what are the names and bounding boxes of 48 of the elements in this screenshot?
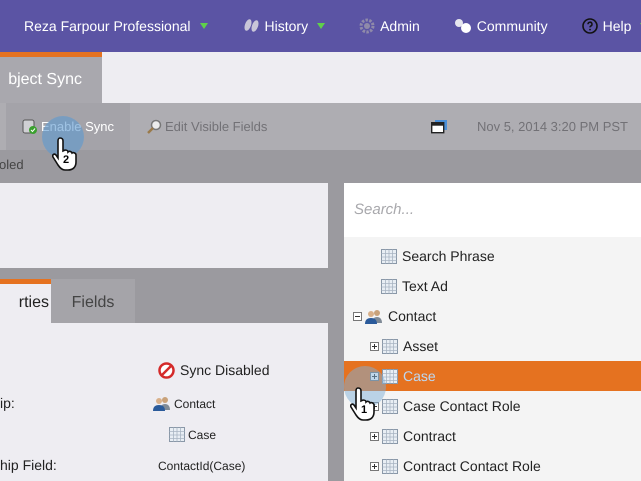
expand-icon[interactable] [370,342,379,350]
magnifier-icon [146,118,162,134]
nav-menu-item[interactable]: Community [454,16,548,36]
detail-tab[interactable]: Fields [51,278,135,323]
table-icon [382,458,398,474]
tree-item[interactable]: Text Ad [381,271,452,301]
footprints-icon [242,19,260,33]
gear-icon [359,18,376,34]
people-icon [153,396,171,411]
window-icon[interactable] [430,120,447,134]
expand-icon[interactable] [370,462,379,470]
search-input[interactable]: Search... [354,198,631,222]
nav-menu-item[interactable]: Help [582,16,641,36]
property-label: hip Field: [0,457,57,473]
people-icon [365,308,383,324]
property-value: Case [188,426,216,444]
cursor-number: 2 [63,155,70,166]
table-icon [382,338,398,354]
chat-bubbles-icon [454,18,472,34]
database-check-icon [22,118,38,134]
help-icon [582,18,598,34]
property-value: Sync Disabled [180,360,270,380]
property-label: ip: [0,395,15,411]
detail-tab[interactable]: rties [0,278,51,323]
property-value: Contact [174,396,216,412]
table-icon [381,278,397,294]
tree-item[interactable]: Contact [353,301,440,331]
expand-icon[interactable] [370,432,379,440]
table-icon [381,248,397,264]
table-icon [382,368,398,384]
property-value: ContactId(Case) [158,458,246,474]
nav-menu-item[interactable]: Admin [359,16,420,36]
nav-menu-item[interactable]: Reza Farpour Professional [24,16,208,36]
cursor-number: 1 [361,405,368,416]
collapse-icon[interactable] [353,312,362,320]
tree-item[interactable]: Search Phrase [381,241,499,271]
table-icon [169,427,185,442]
table-icon [382,398,398,414]
tree-item[interactable]: Contract Contact Role [370,451,545,481]
tree-item[interactable]: Contract [370,421,460,451]
date-time: Nov 5, 2014 3:20 PM PST [476,118,628,136]
caret-icon [200,23,208,29]
nav-menu-item[interactable]: History [242,16,326,36]
caret-icon [317,23,326,29]
search-field[interactable]: Search... [344,183,641,237]
table-icon [382,428,398,444]
prohibited-icon [158,362,175,378]
tree-item[interactable]: Asset [370,331,442,361]
